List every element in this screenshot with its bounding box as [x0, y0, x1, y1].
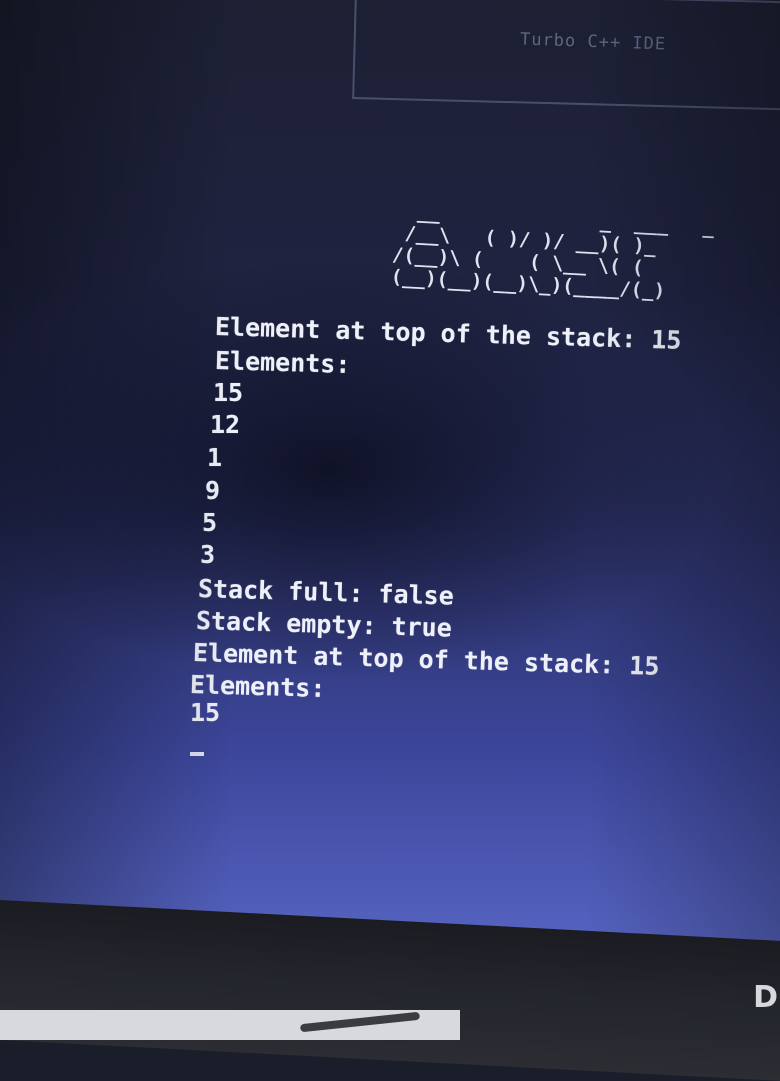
output-line-value: 15 [190, 698, 221, 727]
output-line-stack-full: Stack full: false [197, 574, 455, 611]
monitor-brand-logo: D [753, 980, 778, 1015]
output-line-value: 3 [200, 540, 216, 569]
output-line-value: 15 [213, 378, 244, 407]
output-line-value: 12 [210, 410, 241, 439]
output-line-elements-header: Elements: [214, 346, 351, 380]
dos-screen: Turbo C++ IDE __ _ ___ _ /__\ ( )/ )/ __… [0, 0, 780, 960]
output-line-value: 1 [207, 443, 223, 472]
output-line-value: 5 [202, 508, 218, 537]
console-output: Element at top of the stack: 15 Elements… [0, 0, 780, 960]
text-cursor [190, 752, 204, 756]
output-line-stack-empty: Stack empty: true [195, 606, 453, 643]
output-line-value: 9 [205, 476, 221, 505]
